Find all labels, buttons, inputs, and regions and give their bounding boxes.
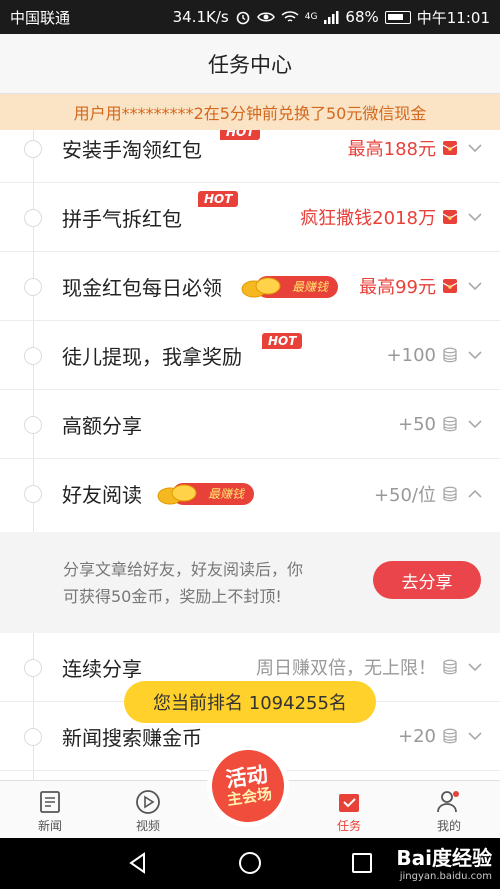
chevron-down-icon[interactable] [468, 417, 482, 431]
hot-badge: HOT [220, 130, 261, 140]
watermark-brand: Bai度经验 [396, 846, 492, 870]
page-title: 任务中心 [208, 52, 292, 77]
chevron-up-icon[interactable] [468, 487, 482, 501]
task-reward: 最高99元 [359, 277, 436, 298]
task-row-red-envelope-luck[interactable]: 拼手气拆红包 HOT 疯狂撒钱2018万 [0, 183, 500, 252]
timeline-dot [24, 140, 42, 158]
notice-text: 用户用*********2在5分钟前兑换了50元微信现金 [73, 104, 427, 123]
hot-badge: HOT [262, 333, 303, 349]
battery-percent: 68% [345, 8, 379, 26]
status-bar: 中国联通 34.1K/s 4G 68% 中午11:01 [0, 0, 500, 34]
best-earning-badge: 最赚钱 [156, 482, 255, 506]
details-text: 分享文章给好友，好友阅读后，你 可获得50金币，奖励上不封顶! [63, 556, 303, 610]
task-row-apprentice-withdraw[interactable]: 徒儿提现，我拿奖励 HOT +100 [0, 321, 500, 390]
task-row-install-taobao[interactable]: 安装手淘领红包 HOT 最高188元 [0, 130, 500, 183]
news-icon [40, 791, 60, 813]
coin-stack-icon [443, 728, 457, 744]
tab-label: 视频 [135, 819, 160, 833]
profile-icon [437, 791, 459, 813]
watermark-url: jingyan.baidu.com [399, 871, 492, 882]
timeline-dot [24, 416, 42, 434]
red-envelope-icon [442, 279, 458, 293]
timeline-dot [24, 209, 42, 227]
chevron-down-icon[interactable] [468, 348, 482, 362]
tab-label: 任务 [336, 819, 361, 833]
battery-icon [384, 10, 411, 24]
recents-icon[interactable] [350, 851, 374, 875]
network-speed: 34.1K/s [172, 8, 229, 26]
rank-text: 您当前排名 1094255名 [153, 693, 347, 714]
timeline-dot [24, 347, 42, 365]
timeline-dot [24, 278, 42, 296]
task-reward: 最高188元 [347, 139, 436, 160]
task-name: 连续分享 [62, 656, 142, 681]
task-name: 拼手气拆红包 [62, 206, 182, 231]
chevron-down-icon[interactable] [468, 210, 482, 224]
coin-stack-icon [443, 347, 457, 363]
best-earning-badge: 最赚钱 [240, 275, 339, 299]
details-line-1: 分享文章给好友，好友阅读后，你 [63, 560, 304, 579]
chevron-down-icon[interactable] [468, 279, 482, 293]
status-right: 34.1K/s 4G 68% 中午11:01 [173, 7, 490, 28]
gold-coins-icon [241, 277, 281, 298]
activity-badge: 活动 主会场 [207, 745, 289, 827]
coin-stack-icon [443, 659, 457, 675]
task-icon [339, 794, 359, 812]
activity-line-2: 主会场 [225, 784, 274, 809]
tab-news[interactable]: 新闻 [10, 781, 90, 839]
tab-label: 新闻 [37, 819, 62, 833]
baidu-watermark: Bai度经验 jingyan.baidu.com [396, 842, 492, 882]
timeline-dot [24, 485, 42, 503]
friend-read-details: 分享文章给好友，好友阅读后，你 可获得50金币，奖励上不封顶! 去分享 [0, 532, 500, 633]
gold-coins-icon [157, 484, 197, 505]
home-icon[interactable] [238, 851, 262, 875]
details-line-2: 可获得50金币，奖励上不封顶! [63, 587, 282, 606]
alarm-icon [236, 11, 250, 25]
tab-profile[interactable]: 我的 [409, 781, 489, 839]
back-icon[interactable] [126, 851, 150, 875]
signal-type: 4G [304, 12, 318, 22]
coin-stack-icon [443, 486, 457, 501]
task-name: 高额分享 [62, 413, 142, 438]
system-nav-bar: Bai度经验 jingyan.baidu.com [0, 838, 500, 889]
chevron-down-icon[interactable] [468, 141, 482, 155]
task-row-high-share[interactable]: 高额分享 +50 [0, 390, 500, 459]
tab-label: 我的 [436, 819, 461, 833]
task-reward: +20 [398, 725, 436, 747]
timeline-dot [24, 659, 42, 677]
play-icon [136, 790, 160, 814]
red-envelope-icon [442, 141, 458, 155]
red-envelope-icon [442, 210, 458, 224]
chevron-down-icon[interactable] [468, 729, 482, 743]
task-name: 新闻搜索赚金币 [62, 725, 202, 750]
coin-stack-icon [443, 416, 457, 432]
eye-icon [256, 12, 275, 22]
task-reward: +50/位 [373, 484, 436, 506]
task-name: 好友阅读 [62, 483, 142, 507]
page-header: 任务中心 [0, 34, 500, 94]
task-row-daily-cash[interactable]: 现金红包每日必领 最赚钱 最高99元 [0, 252, 500, 321]
chevron-down-icon[interactable] [468, 660, 482, 674]
wifi-icon [281, 11, 299, 22]
tab-tasks[interactable]: 任务 [309, 781, 389, 839]
activity-main-venue-button[interactable]: 活动 主会场 [207, 745, 289, 827]
share-button[interactable]: 去分享 [373, 561, 481, 599]
signal-icon [324, 11, 339, 24]
rank-banner: 您当前排名 1094255名 [124, 681, 376, 723]
task-row-friend-read[interactable]: 好友阅读 最赚钱 +50/位 [0, 459, 500, 528]
hot-badge: HOT [198, 191, 239, 207]
timeline-dot [24, 728, 42, 746]
task-reward: 周日赚双倍，无上限！ [256, 658, 436, 679]
task-reward: +50 [398, 413, 436, 435]
clock: 中午11:01 [416, 8, 490, 27]
tab-video[interactable]: 视频 [108, 781, 188, 839]
exchange-notice: 用户用*********2在5分钟前兑换了50元微信现金 [0, 94, 500, 130]
task-reward: 疯狂撒钱2018万 [300, 208, 436, 229]
task-name: 徒儿提现，我拿奖励 [62, 344, 242, 369]
task-reward: +100 [386, 344, 436, 366]
task-name: 现金红包每日必领 [62, 275, 222, 300]
task-name: 安装手淘领红包 [62, 137, 202, 162]
carrier-label: 中国联通 [10, 8, 71, 27]
